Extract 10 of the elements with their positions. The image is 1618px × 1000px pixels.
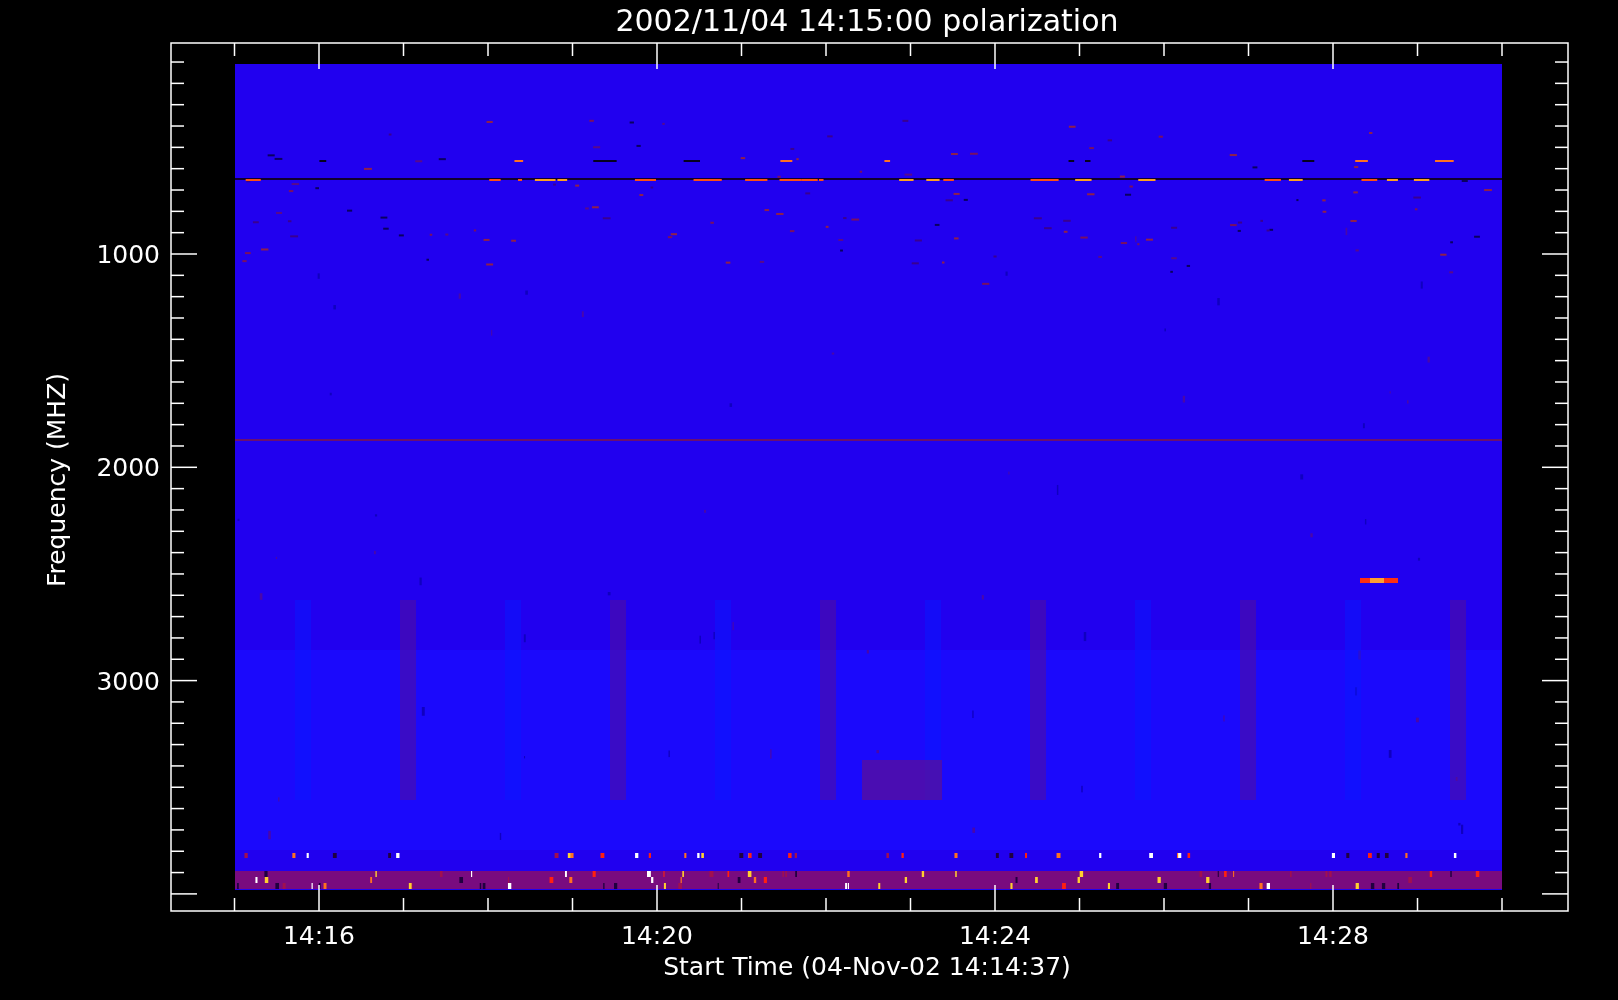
y-axis-label: Frequency (MHZ) [42, 372, 71, 588]
x-axis-label: Start Time (04-Nov-02 14:14:37) [663, 952, 1071, 981]
y-tick-label: 2000 [96, 453, 160, 483]
x-tick-label: 14:28 [1297, 921, 1369, 950]
x-tick-label: 14:16 [283, 921, 355, 950]
x-tick-label: 14:20 [621, 921, 693, 950]
plot-title: 2002/11/04 14:15:00 polarization [615, 3, 1119, 38]
x-tick-label: 14:24 [959, 921, 1031, 950]
y-tick-label: 3000 [96, 666, 160, 696]
y-tick-label: 1000 [96, 240, 160, 269]
